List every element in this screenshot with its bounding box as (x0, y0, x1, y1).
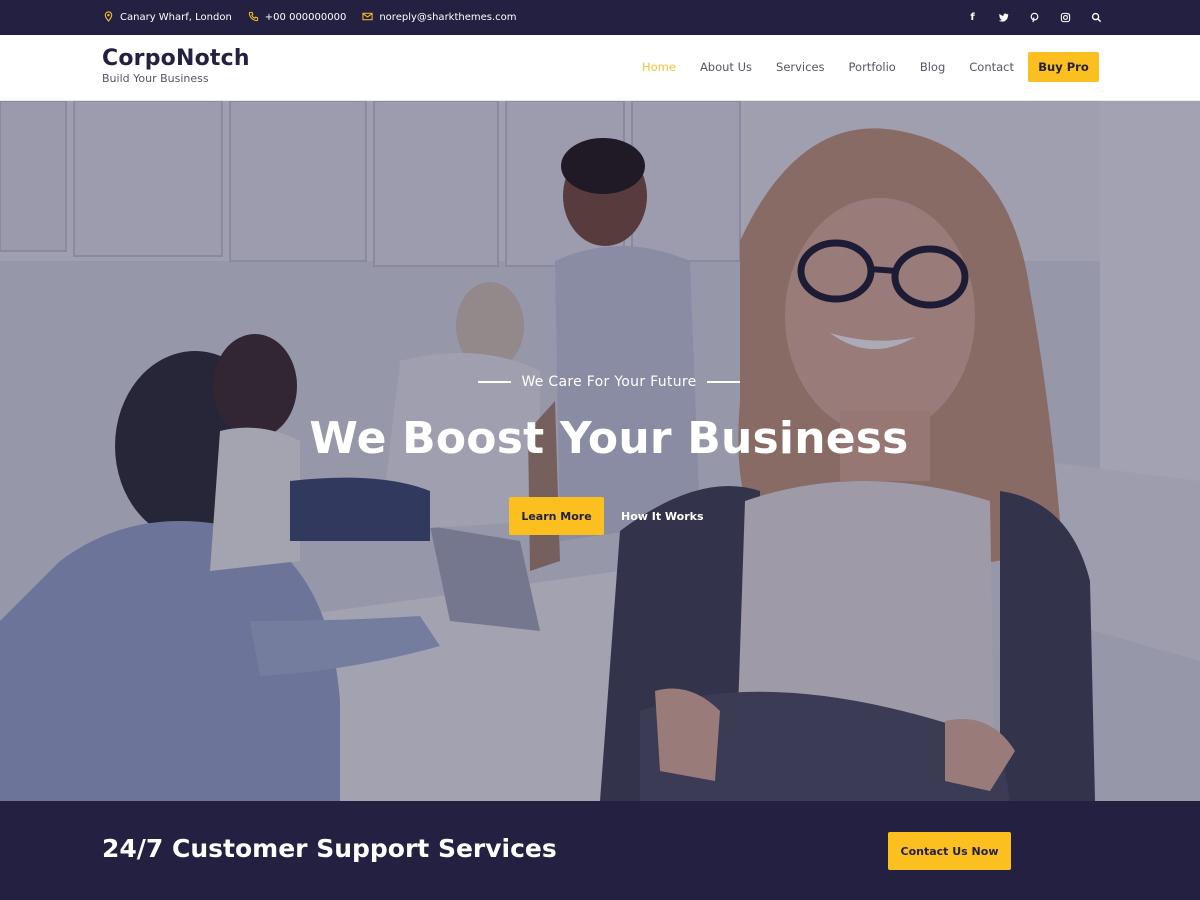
hero-buttons: Learn More How It Works (509, 497, 704, 535)
learn-more-button[interactable]: Learn More (509, 497, 604, 535)
nav-item-home[interactable]: Home (630, 52, 688, 82)
search-icon[interactable] (1089, 10, 1104, 25)
location-pin-icon (103, 10, 114, 25)
email-text: noreply@sharkthemes.com (379, 12, 517, 23)
support-cta: 24/7 Customer Support Services Contact U… (0, 801, 1200, 900)
main-navigation: Home About Us Services Portfolio Blog Co… (630, 52, 1099, 82)
site-branding[interactable]: CorpoNotch Build Your Business (102, 46, 250, 85)
cta-heading: 24/7 Customer Support Services (102, 834, 557, 863)
address-item: Canary Wharf, London (103, 10, 232, 25)
eyebrow-line-right (706, 381, 740, 383)
phone-text: +00 000000000 (264, 12, 347, 23)
hero-title: We Boost Your Business (309, 413, 909, 464)
hero-section: We Care For Your Future We Boost Your Bu… (0, 101, 1200, 801)
email-item[interactable]: noreply@sharkthemes.com (362, 11, 517, 25)
nav-item-blog[interactable]: Blog (908, 52, 957, 82)
pinterest-icon[interactable] (1027, 10, 1042, 25)
instagram-icon[interactable] (1058, 10, 1073, 25)
address-text: Canary Wharf, London (120, 12, 232, 23)
phone-item[interactable]: +00 000000000 (248, 11, 347, 25)
nav-item-contact[interactable]: Contact (957, 52, 1026, 82)
nav-item-services[interactable]: Services (764, 52, 837, 82)
nav-item-about-us[interactable]: About Us (688, 52, 764, 82)
twitter-icon[interactable] (996, 10, 1011, 25)
site-tagline: Build Your Business (102, 72, 209, 85)
how-it-works-link[interactable]: How It Works (621, 510, 704, 523)
site-title[interactable]: CorpoNotch (102, 46, 250, 71)
contact-info: Canary Wharf, London +00 000000000 norep… (103, 0, 517, 35)
site-header: CorpoNotch Build Your Business Home Abou… (0, 35, 1200, 101)
social-links: f (965, 0, 1104, 35)
hero-eyebrow: We Care For Your Future (0, 374, 1200, 390)
contact-us-now-button[interactable]: Contact Us Now (888, 832, 1011, 870)
top-bar: Canary Wharf, London +00 000000000 norep… (0, 0, 1200, 35)
nav-item-portfolio[interactable]: Portfolio (837, 52, 908, 82)
facebook-icon[interactable]: f (965, 10, 980, 25)
eyebrow-line-left (478, 381, 512, 383)
phone-icon (248, 11, 259, 25)
envelope-icon (362, 11, 373, 25)
hero-eyebrow-text: We Care For Your Future (521, 374, 697, 390)
buy-pro-button[interactable]: Buy Pro (1028, 52, 1099, 82)
